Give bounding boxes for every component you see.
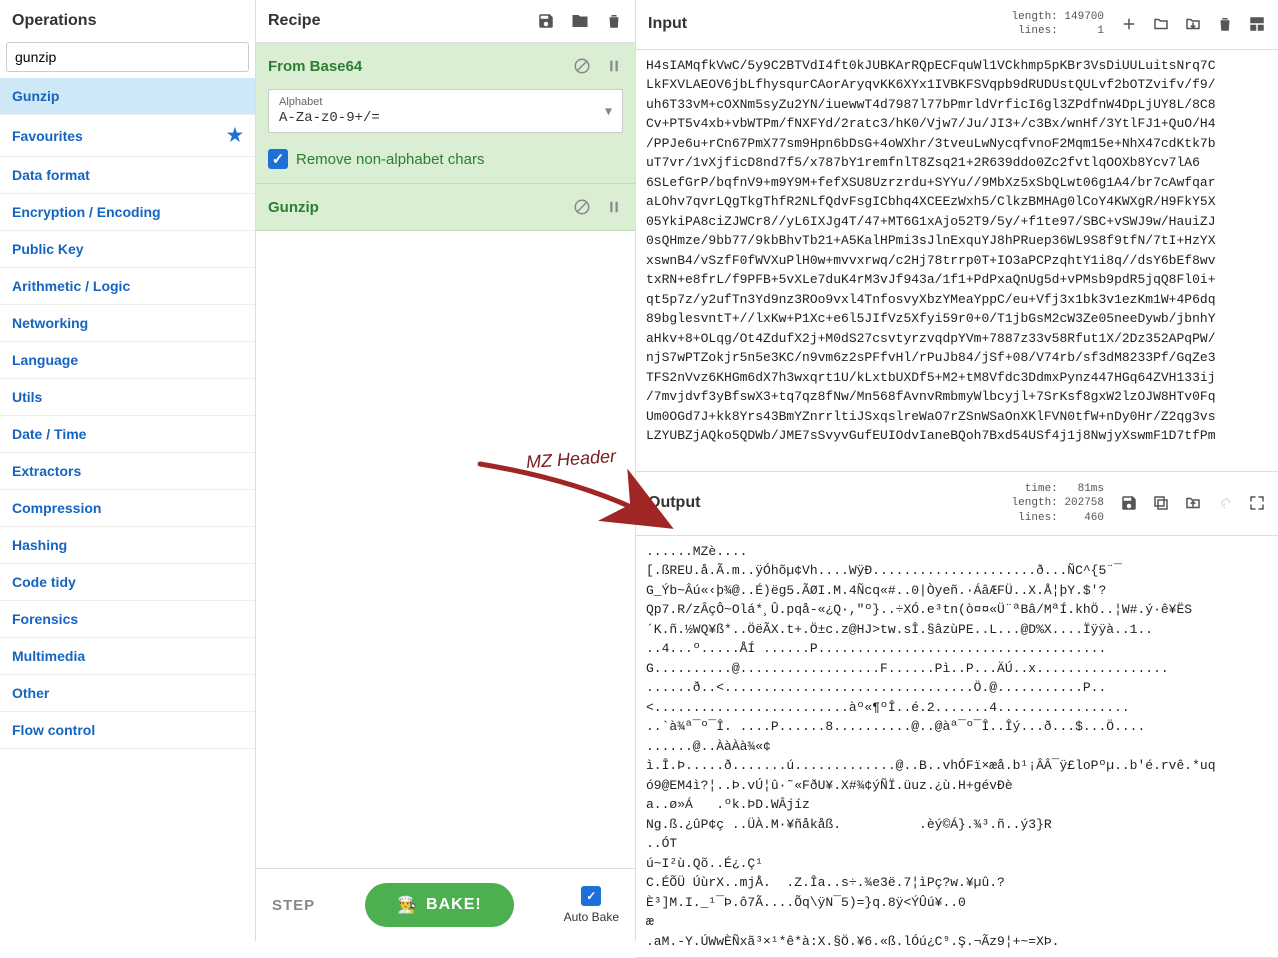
add-input-icon[interactable] [1120,15,1138,33]
recipe-operation[interactable]: From Base64 AlphabetA-Za-z0-9+/=▾ ✓Remove … [256,43,635,184]
reset-layout-icon[interactable] [1248,15,1266,33]
copy-output-icon[interactable] [1152,494,1170,512]
operation-item[interactable]: Multimedia [0,638,255,675]
input-meta: length: 149700 lines: 1 [1012,10,1104,39]
step-button[interactable]: STEP [272,897,315,914]
recipe-footer: STEP 👨‍🍳BAKE! ✓ Auto Bake [256,868,635,941]
operation-item[interactable]: Compression [0,490,255,527]
clear-recipe-icon[interactable] [605,12,623,30]
recipe-header: Recipe [256,0,635,43]
operation-item[interactable]: Favourites★ [0,115,255,157]
input-header: Input length: 149700 lines: 1 [636,0,1278,50]
checkbox-icon: ✓ [268,149,288,169]
io-column: Input length: 149700 lines: 1 H4sIAMqfkV… [636,0,1278,941]
pause-op-icon[interactable] [605,57,623,75]
save-recipe-icon[interactable] [537,12,555,30]
star-icon: ★ [227,125,243,146]
move-output-to-input-icon[interactable] [1184,494,1202,512]
operations-title: Operations [0,0,255,42]
operation-item[interactable]: Utils [0,379,255,416]
recipe-op-name: From Base64 [268,58,362,75]
input-pane: Input length: 149700 lines: 1 H4sIAMqfkV… [636,0,1278,472]
operation-item[interactable]: Hashing [0,527,255,564]
operation-item[interactable]: Date / Time [0,416,255,453]
output-header: Output time: 81ms length: 202758 lines: … [636,472,1278,536]
disable-op-icon[interactable] [573,57,591,75]
save-output-icon[interactable] [1120,494,1138,512]
maximise-icon[interactable] [1248,494,1266,512]
alphabet-dropdown[interactable]: AlphabetA-Za-z0-9+/=▾ [268,89,623,133]
chevron-down-icon: ▾ [605,103,612,120]
undo-icon[interactable] [1216,494,1234,512]
load-recipe-icon[interactable] [571,12,589,30]
operation-item[interactable]: Public Key [0,231,255,268]
autobake-toggle[interactable]: ✓ Auto Bake [564,886,619,924]
output-pane: Output time: 81ms length: 202758 lines: … [636,472,1278,958]
operation-item[interactable]: Encryption / Encoding [0,194,255,231]
output-content[interactable]: ......MZè.... [.ßREU.å.Ã.m..ÿÓhõµ¢Vh....… [636,536,1278,958]
output-title: Output [648,494,700,512]
autobake-checkbox[interactable]: ✓ [581,886,601,906]
autobake-label: Auto Bake [564,910,619,924]
operation-item[interactable]: Networking [0,305,255,342]
open-folder-icon[interactable] [1152,15,1170,33]
bake-button[interactable]: 👨‍🍳BAKE! [365,883,514,927]
operation-item[interactable]: Other [0,675,255,712]
input-title: Input [648,15,687,33]
recipe-body: From Base64 AlphabetA-Za-z0-9+/=▾ ✓Remove … [256,43,635,868]
pause-op-icon[interactable] [605,198,623,216]
operation-item[interactable]: Arithmetic / Logic [0,268,255,305]
operation-item[interactable]: Data format [0,157,255,194]
operations-list: GunzipFavourites★Data formatEncryption /… [0,78,255,941]
operations-search-input[interactable] [6,42,249,72]
disable-op-icon[interactable] [573,198,591,216]
open-file-icon[interactable] [1184,15,1202,33]
operation-item[interactable]: Code tidy [0,564,255,601]
operations-panel: Operations GunzipFavourites★Data formatE… [0,0,256,941]
operation-item[interactable]: Flow control [0,712,255,749]
output-meta: time: 81ms length: 202758 lines: 460 [1012,482,1104,525]
operation-item[interactable]: Gunzip [0,78,255,115]
operation-item[interactable]: Language [0,342,255,379]
recipe-operation[interactable]: Gunzip [256,184,635,231]
remove-nonalpha-checkbox[interactable]: ✓Remove non-alphabet chars [256,145,635,183]
operation-item[interactable]: Extractors [0,453,255,490]
clear-input-icon[interactable] [1216,15,1234,33]
recipe-panel: Recipe From Base64 AlphabetA-Za-z0-9+/=▾ ✓… [256,0,636,941]
input-content[interactable]: H4sIAMqfkVwC/5y9C2BTVdI4ft0kJUBKArRQpECF… [636,50,1278,471]
operation-item[interactable]: Forensics [0,601,255,638]
recipe-op-name: Gunzip [268,199,319,216]
recipe-title: Recipe [268,12,320,30]
